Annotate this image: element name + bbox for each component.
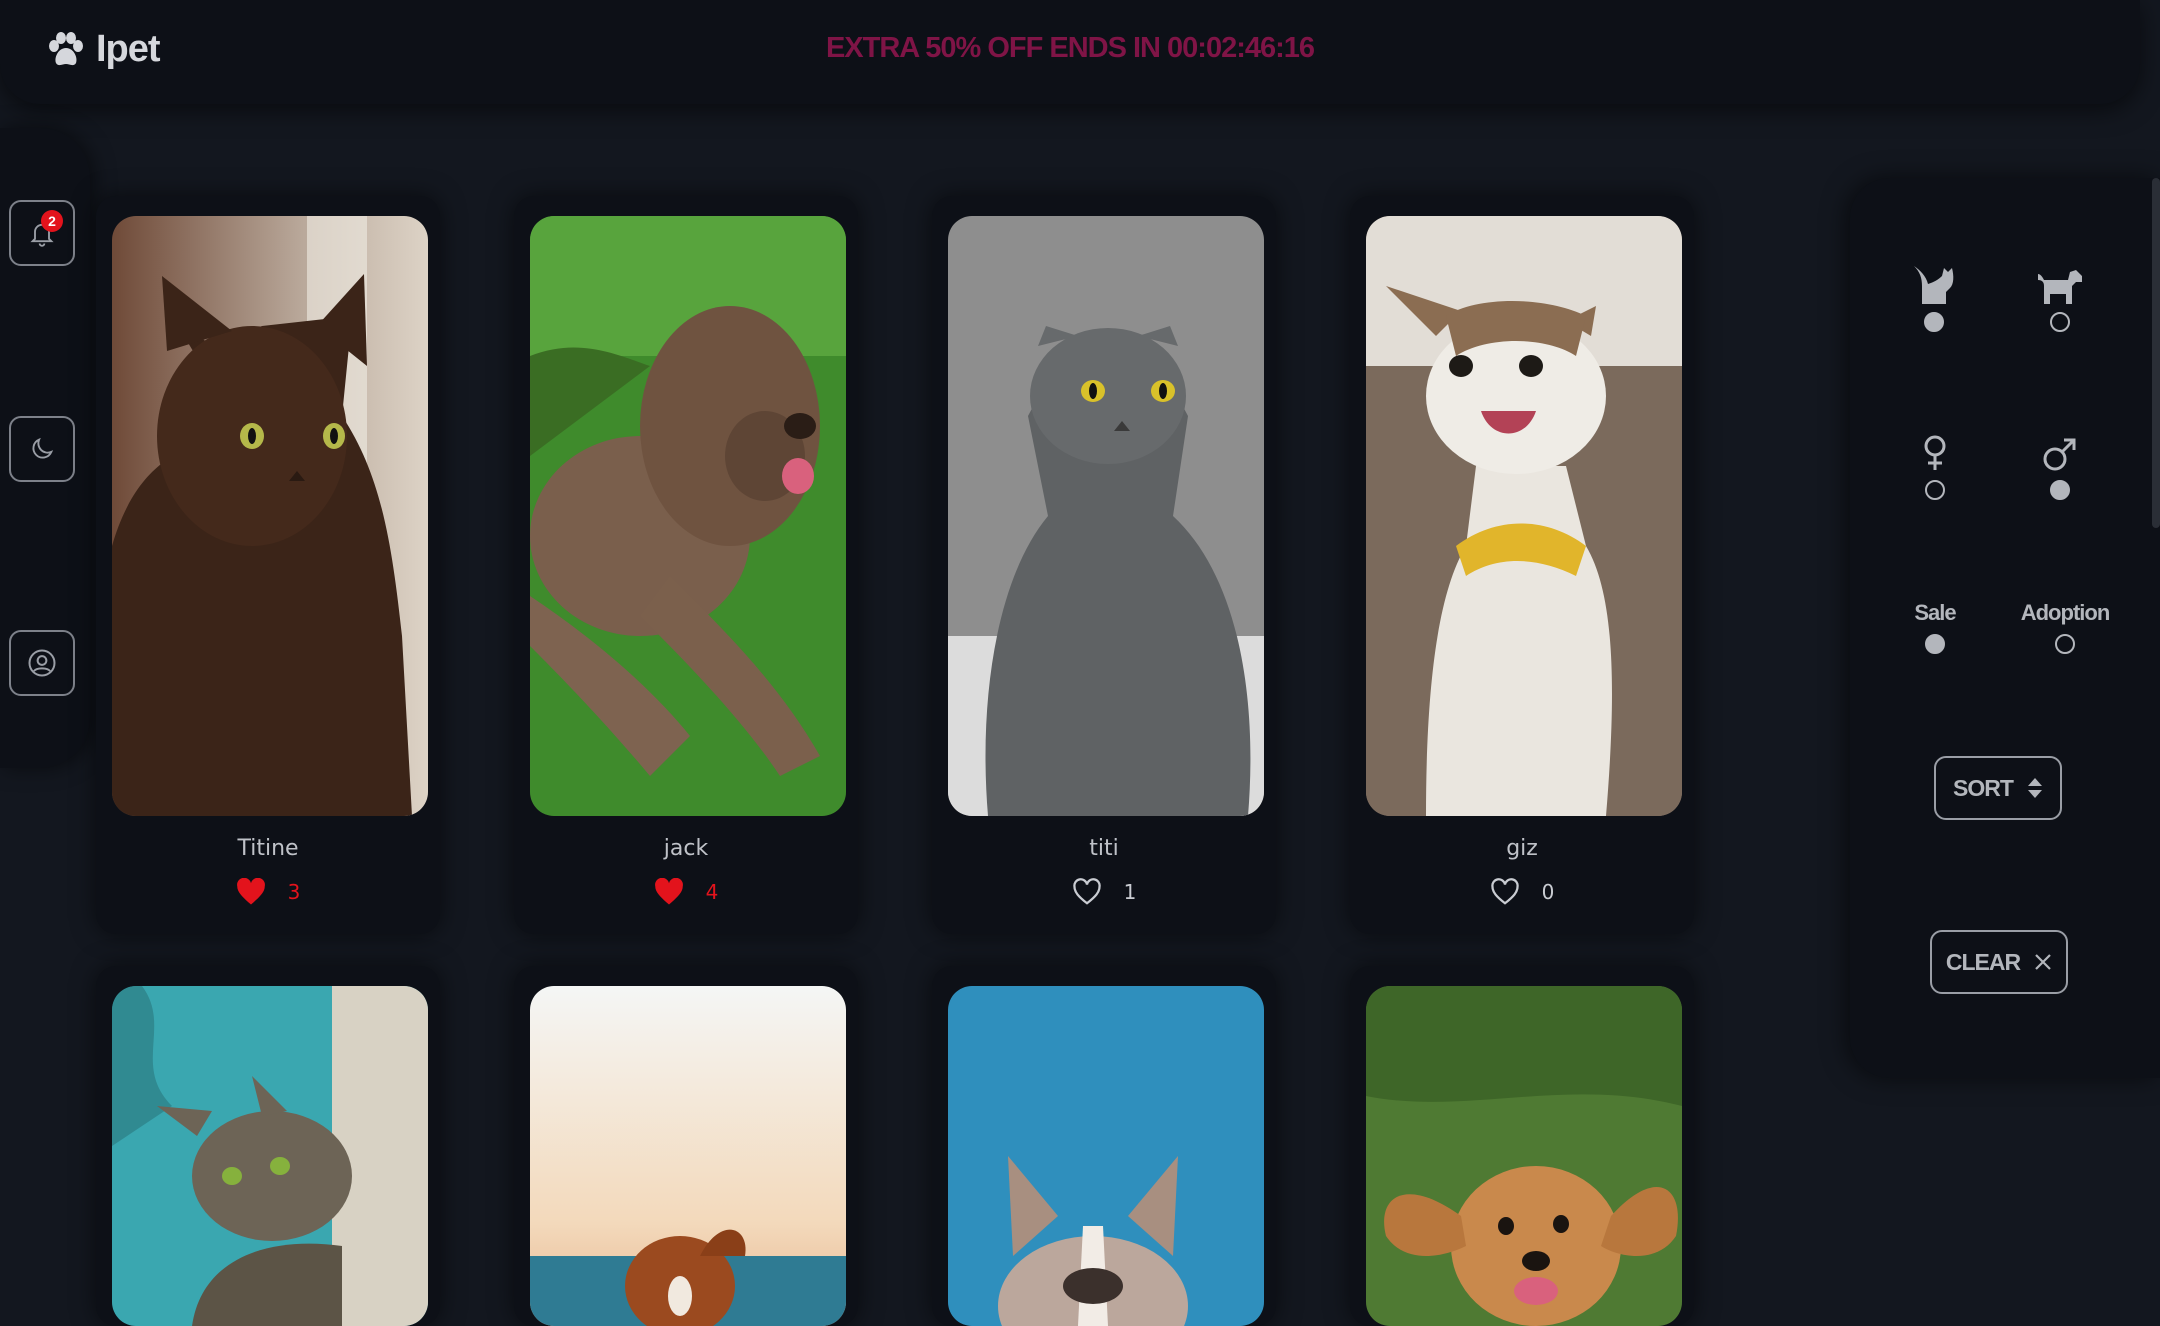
close-icon [2035, 954, 2051, 970]
pet-photo[interactable] [948, 216, 1264, 816]
pet-card[interactable]: jack 4 [514, 196, 858, 934]
like-count: 4 [705, 880, 719, 904]
filter-female[interactable] [1920, 434, 1950, 500]
radio-sale[interactable] [1925, 634, 1945, 654]
male-icon [2043, 438, 2076, 471]
pet-photo[interactable] [1366, 986, 1682, 1326]
pet-card[interactable]: Titine 3 [96, 196, 440, 934]
pet-card[interactable] [514, 966, 858, 1326]
pet-photo[interactable] [112, 216, 428, 816]
sort-arrows-icon [2027, 778, 2042, 798]
cat-photo-image [112, 986, 428, 1326]
cat-photo-image [112, 216, 428, 816]
pet-card[interactable] [96, 966, 440, 1326]
pet-card[interactable] [932, 966, 1276, 1326]
notification-badge: 2 [41, 210, 63, 232]
pet-photo[interactable] [530, 986, 846, 1326]
cat-photo-image [1366, 216, 1682, 816]
top-bar: Ipet EXTRA 50% OFF ENDS IN 00:02:46:16 [0, 0, 2140, 104]
sort-label: SORT [1953, 774, 2014, 801]
heart-filled-icon[interactable] [236, 878, 266, 906]
sale-label: Sale [1914, 600, 1956, 625]
filter-sale[interactable]: Sale [1910, 600, 1960, 654]
female-icon [1924, 435, 1946, 470]
sort-button[interactable]: SORT [1934, 756, 2062, 820]
heart-outline-icon[interactable] [1072, 878, 1102, 906]
adoption-label: Adoption [2020, 600, 2111, 625]
pet-name: Titine [237, 836, 299, 861]
dog-photo-image [530, 986, 846, 1326]
like-count: 0 [1541, 880, 1555, 904]
cat-icon [1914, 266, 1954, 304]
scrollbar[interactable] [2152, 178, 2160, 528]
clear-label: CLEAR [1945, 948, 2021, 975]
pet-photo[interactable] [1366, 216, 1682, 816]
radio-male[interactable] [2050, 480, 2070, 500]
radio-dog[interactable] [2050, 312, 2070, 332]
likes-row: 0 [1350, 878, 1694, 906]
radio-adoption[interactable] [2055, 634, 2075, 654]
dog-photo-image [530, 216, 846, 816]
cat-photo-image [948, 216, 1264, 816]
like-count: 1 [1123, 880, 1137, 904]
heart-filled-icon[interactable] [654, 878, 684, 906]
dark-mode-toggle[interactable] [9, 416, 75, 482]
moon-icon [32, 437, 54, 459]
dog-icon [2038, 270, 2082, 304]
profile-button[interactable] [9, 630, 75, 696]
user-circle-icon [28, 649, 56, 677]
notifications-button[interactable]: 2 [9, 200, 75, 266]
likes-row: 1 [932, 878, 1276, 906]
pet-name: titi [1089, 836, 1119, 861]
pet-card[interactable]: titi 1 [932, 196, 1276, 934]
filter-cat[interactable] [1910, 262, 1958, 332]
pet-card[interactable]: giz 0 [1350, 196, 1694, 934]
like-count: 3 [287, 880, 301, 904]
radio-cat[interactable] [1924, 312, 1944, 332]
pet-photo[interactable] [530, 216, 846, 816]
promo-countdown: EXTRA 50% OFF ENDS IN 00:02:46:16 [825, 32, 1315, 64]
dog-photo-image [1366, 986, 1682, 1326]
pet-name: jack [663, 836, 709, 861]
pet-name: giz [1506, 836, 1538, 861]
filter-dog[interactable] [2036, 262, 2084, 332]
heart-outline-icon[interactable] [1490, 878, 1520, 906]
filter-adoption[interactable]: Adoption [2020, 600, 2110, 654]
pet-photo[interactable] [948, 986, 1264, 1326]
filter-male[interactable] [2040, 434, 2080, 500]
clear-button[interactable]: CLEAR [1930, 930, 2068, 994]
likes-row: 4 [514, 878, 858, 906]
dog-photo-image [948, 986, 1264, 1326]
filter-panel: Sale Adoption SORT CLEAR [1850, 178, 2160, 1078]
likes-row: 3 [96, 878, 440, 906]
pet-photo[interactable] [112, 986, 428, 1326]
side-nav: 2 [0, 128, 90, 768]
radio-female[interactable] [1925, 480, 1945, 500]
pet-card[interactable] [1350, 966, 1694, 1326]
